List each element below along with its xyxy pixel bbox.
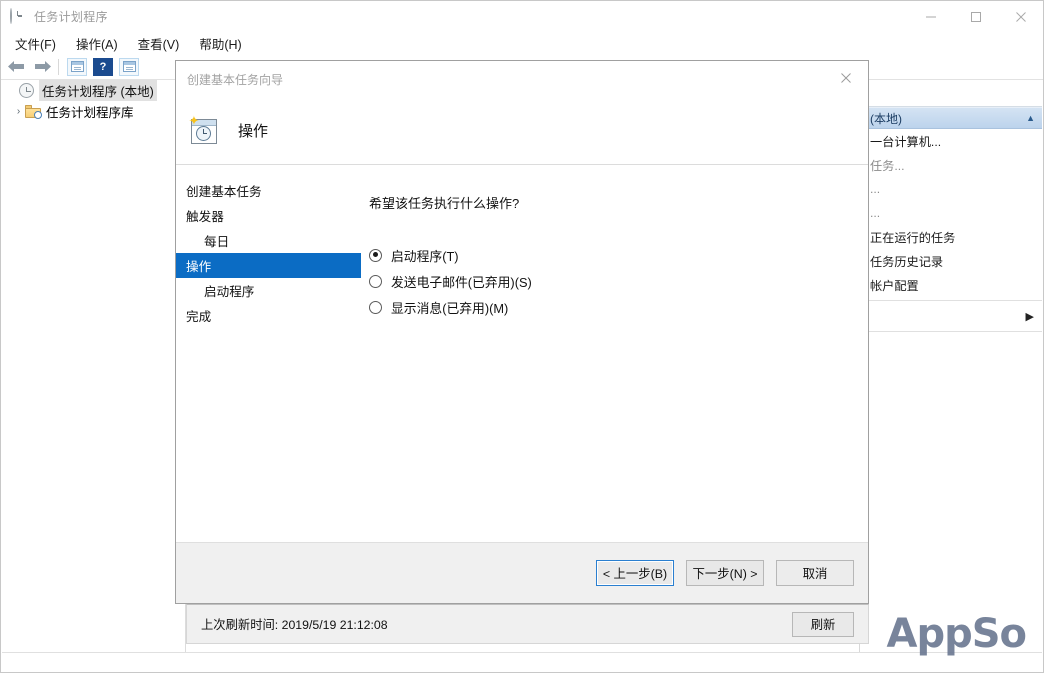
minimize-icon[interactable] xyxy=(908,1,953,32)
clock-icon xyxy=(10,7,26,25)
wizard-footer: < 上一步(B) 下一步(N) > 取消 xyxy=(176,542,868,603)
wizard-step-finish[interactable]: 完成 xyxy=(176,303,361,328)
clock-icon xyxy=(19,83,34,98)
wizard-body: 创建基本任务 触发器 每日 操作 启动程序 完成 希望该任务执行什么操作? 启动… xyxy=(176,165,868,542)
console-tree-panel: 任务计划程序 (本地) › 任务计划程序库 xyxy=(2,80,186,653)
action-item-create-basic-task[interactable]: 任务... xyxy=(860,153,1042,177)
wizard-title: 创建基本任务向导 xyxy=(187,72,284,87)
wizard-page-title: 操作 xyxy=(238,123,269,140)
cancel-button[interactable]: 取消 xyxy=(776,560,854,586)
menu-view[interactable]: 查看(V) xyxy=(128,32,190,55)
actions-group-label: (本地) xyxy=(870,111,902,126)
close-icon[interactable] xyxy=(824,61,868,95)
actions-panel-top-strip xyxy=(860,80,1042,107)
create-basic-task-wizard-dialog: 创建基本任务向导 ✦ 操作 创建基本任务 触发器 每日 操作 启动程序 完成 希… xyxy=(175,60,869,604)
radio-start-program[interactable]: 启动程序(T) xyxy=(369,242,854,268)
wizard-titlebar: 创建基本任务向导 xyxy=(176,61,868,97)
action-item-account-config[interactable]: 帐户配置 xyxy=(860,273,1042,297)
tree-item-label: 任务计划程序库 xyxy=(46,106,134,120)
actions-expand-arrow-icon[interactable]: ▶ xyxy=(860,304,1042,328)
radio-label: 启动程序(T) xyxy=(391,248,459,264)
radio-indicator xyxy=(369,300,382,314)
menubar: 文件(F) 操作(A) 查看(V) 帮助(H) xyxy=(1,32,1043,54)
radio-label: 发送电子邮件(已弃用)(S) xyxy=(391,274,532,290)
toolbar-separator xyxy=(58,58,59,75)
menu-help[interactable]: 帮助(H) xyxy=(189,32,251,55)
show-hide-console-tree-icon[interactable] xyxy=(67,57,87,76)
window-titlebar: 任务计划程序 xyxy=(1,1,1043,32)
menu-file[interactable]: 文件(F) xyxy=(5,32,66,55)
chevron-up-icon[interactable]: ▲ xyxy=(1026,113,1035,123)
tree-item-task-scheduler-library[interactable]: › 任务计划程序库 xyxy=(2,101,185,122)
actions-panel: (本地) ▲ 一台计算机... 任务... ... ... 正在运行的任务 任务… xyxy=(859,80,1042,653)
action-item-running-tasks[interactable]: 正在运行的任务 xyxy=(860,225,1042,249)
wizard-step-create-basic-task[interactable]: 创建基本任务 xyxy=(176,178,361,203)
radio-indicator xyxy=(369,248,382,262)
tree-item-task-scheduler-local[interactable]: 任务计划程序 (本地) xyxy=(2,80,185,101)
radio-send-email[interactable]: 发送电子邮件(已弃用)(S) xyxy=(369,268,854,294)
appso-watermark: AppSo xyxy=(886,611,1027,657)
wizard-step-start-program[interactable]: 启动程序 xyxy=(176,278,361,303)
last-refresh-text: 上次刷新时间: 2019/5/19 21:12:08 xyxy=(201,618,388,632)
wizard-step-daily[interactable]: 每日 xyxy=(176,228,361,253)
forward-arrow-icon[interactable] xyxy=(31,57,53,77)
window-controls xyxy=(908,1,1043,32)
actions-divider xyxy=(860,300,1042,301)
maximize-icon[interactable] xyxy=(953,1,998,32)
show-hide-action-pane-icon[interactable] xyxy=(119,57,139,76)
next-button[interactable]: 下一步(N) > xyxy=(686,560,764,586)
menu-action[interactable]: 操作(A) xyxy=(66,32,128,55)
action-item-connect-computer[interactable]: 一台计算机... xyxy=(860,129,1042,153)
wizard-question-text: 希望该任务执行什么操作? xyxy=(369,196,520,211)
refresh-button[interactable]: 刷新 xyxy=(792,611,854,637)
wizard-header: ✦ 操作 xyxy=(176,97,868,165)
action-radio-group: 启动程序(T) 发送电子邮件(已弃用)(S) 显示消息(已弃用)(M) xyxy=(369,242,854,320)
back-arrow-icon[interactable] xyxy=(5,57,27,77)
wizard-step-trigger[interactable]: 触发器 xyxy=(176,203,361,228)
actions-group-header[interactable]: (本地) ▲ xyxy=(860,107,1042,129)
tree-item-label: 任务计划程序 (本地) xyxy=(39,80,157,101)
actions-divider xyxy=(860,331,1042,332)
help-icon[interactable]: ? xyxy=(93,57,113,76)
back-button[interactable]: < 上一步(B) xyxy=(596,560,674,586)
wizard-step-action[interactable]: 操作 xyxy=(176,253,361,278)
refresh-bar: 上次刷新时间: 2019/5/19 21:12:08 刷新 xyxy=(186,604,869,644)
chevron-right-icon[interactable]: › xyxy=(12,106,25,117)
wizard-steps-list: 创建基本任务 触发器 每日 操作 启动程序 完成 xyxy=(176,178,361,328)
action-item-task-history[interactable]: 任务历史记录 xyxy=(860,249,1042,273)
action-item-more-1[interactable]: ... xyxy=(860,177,1042,201)
action-item-more-2[interactable]: ... xyxy=(860,201,1042,225)
close-icon[interactable] xyxy=(998,1,1043,32)
radio-indicator xyxy=(369,274,382,288)
wizard-content: 希望该任务执行什么操作? 启动程序(T) 发送电子邮件(已弃用)(S) 显示消息… xyxy=(369,165,854,320)
folder-task-icon xyxy=(25,105,42,119)
task-wizard-icon: ✦ xyxy=(188,114,222,147)
radio-display-message[interactable]: 显示消息(已弃用)(M) xyxy=(369,294,854,320)
window-title: 任务计划程序 xyxy=(34,10,108,24)
radio-label: 显示消息(已弃用)(M) xyxy=(391,300,509,316)
